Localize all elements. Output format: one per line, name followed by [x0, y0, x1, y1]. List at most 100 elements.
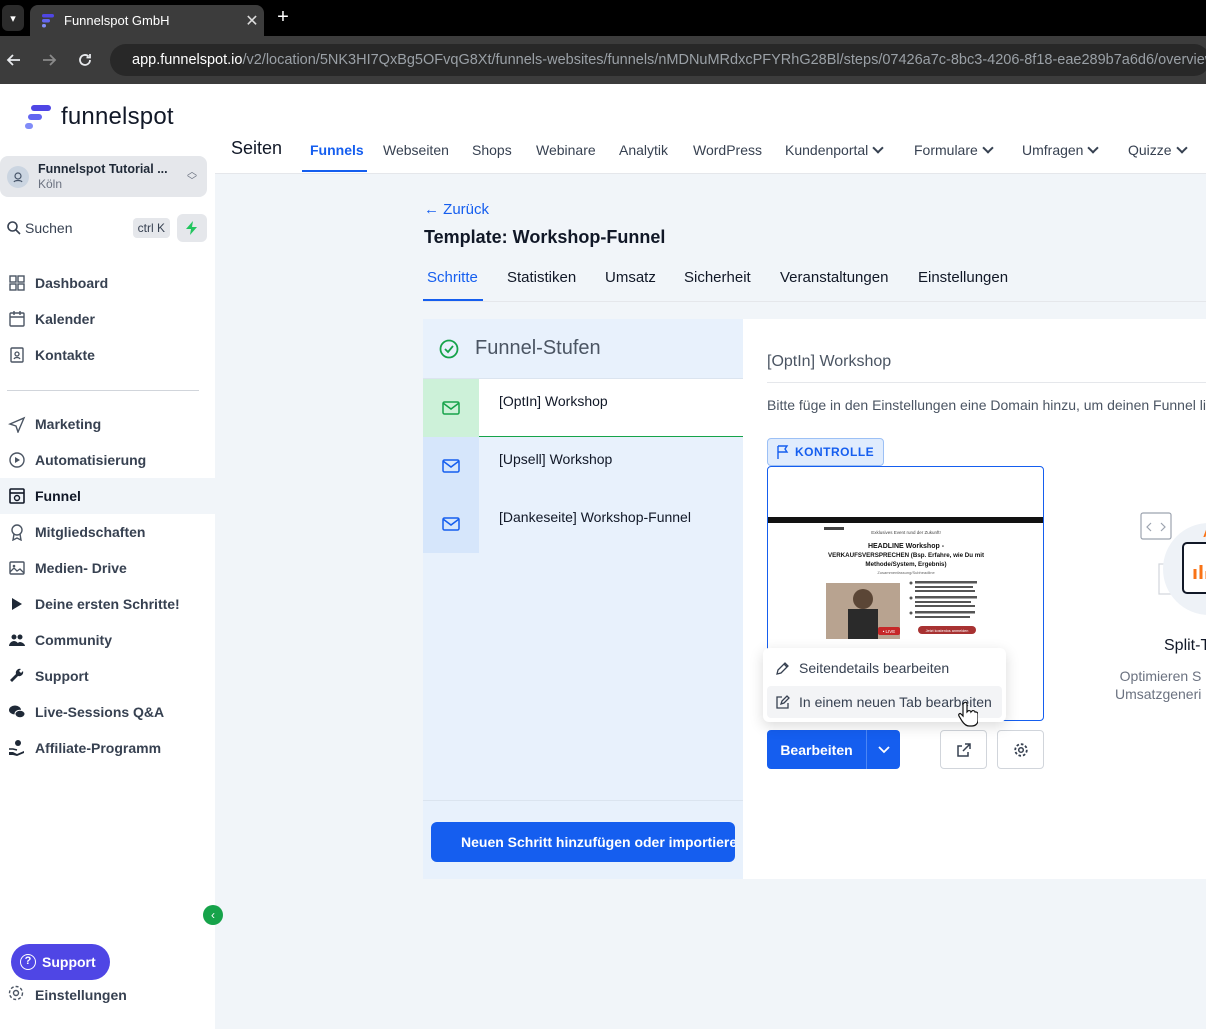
tab-webseiten[interactable]: Webseiten — [383, 142, 449, 158]
sidebar-item-mitgliedschaften[interactable]: Mitgliedschaften — [0, 514, 215, 550]
funnel-step-label: [Upsell] Workshop — [499, 451, 613, 467]
funnel-step-dankeseite[interactable]: [Dankeseite] Workshop-Funnel — [423, 495, 743, 553]
subtab-umsatz[interactable]: Umsatz — [605, 269, 656, 286]
new-tab-icon[interactable]: + — [272, 6, 294, 28]
funnel-step-upsell[interactable]: [Upsell] Workshop — [423, 437, 743, 495]
support-button-label: Support — [42, 954, 96, 970]
subtab-einstellungen[interactable]: Einstellungen — [918, 269, 1008, 286]
split-test-desc-line: Umsatzgeneri — [1115, 686, 1202, 702]
send-icon — [7, 414, 27, 434]
support-button[interactable]: ? Support — [11, 944, 110, 980]
preview-subline: VERKAUFSVERSPRECHEN (Bsp. Erfahre, wie D… — [828, 552, 984, 559]
sidebar-item-community[interactable]: Community — [0, 622, 215, 658]
badge-icon — [7, 522, 27, 542]
automation-icon — [7, 450, 27, 470]
sidebar-item-marketing[interactable]: Marketing — [0, 406, 215, 442]
open-preview-button[interactable] — [940, 730, 987, 769]
sidebar-item-erste-schritte[interactable]: Deine ersten Schritte! — [0, 586, 215, 622]
subtab-sicherheit[interactable]: Sicherheit — [684, 269, 751, 286]
section-title: Seiten — [231, 138, 283, 158]
sidebar-item-kontakte[interactable]: Kontakte — [0, 337, 215, 373]
menu-item-seitendetails[interactable]: Seitendetails bearbeiten — [767, 652, 1002, 684]
funnel-step-optin[interactable]: [OptIn] Workshop — [423, 379, 743, 437]
split-test-illustration: A — [1140, 512, 1206, 615]
sidebar-item-einstellungen[interactable]: Einstellungen — [7, 984, 127, 1005]
active-tab-indicator — [302, 170, 367, 172]
location-switcher[interactable]: Funnelspot Tutorial ... Köln ︿ ﹀ — [0, 156, 207, 197]
sidebar-item-funnel[interactable]: Funnel — [0, 478, 215, 514]
close-tab-icon[interactable]: ✕ — [240, 11, 264, 31]
browser-tab[interactable]: Funnelspot GmbH ✕ — [30, 5, 264, 36]
sidebar-item-automatisierung[interactable]: Automatisierung — [0, 442, 215, 478]
tab-shops[interactable]: Shops — [472, 142, 512, 158]
contacts-icon — [7, 345, 27, 365]
mail-icon — [423, 437, 479, 495]
edit-dropdown-toggle[interactable] — [867, 730, 900, 769]
sidebar-item-label: Automatisierung — [35, 452, 147, 468]
sidebar-item-medien-drive[interactable]: Medien- Drive — [0, 550, 215, 586]
sidebar-item-kalender[interactable]: Kalender — [0, 301, 215, 337]
sidebar-item-live-sessions[interactable]: Live-Sessions Q&A — [0, 694, 215, 730]
chevron-down-icon — [877, 745, 890, 753]
browser-toolbar: app.funnelspot.io/v2/location/5NK3HI7QxB… — [0, 36, 1206, 84]
add-step-button[interactable]: Neuen Schritt hinzufügen oder importiere… — [431, 822, 735, 862]
funnel-steps-title: Funnel-Stufen — [475, 337, 601, 359]
pencil-icon — [776, 661, 789, 675]
tab-umfragen[interactable]: Umfragen — [1022, 141, 1100, 158]
top-navigation: Seiten Funnels Webseiten Shops Webinare … — [215, 84, 1206, 174]
funnel-step-label: [Dankeseite] Workshop-Funnel — [499, 509, 691, 525]
sidebar-item-label: Live-Sessions Q&A — [35, 704, 165, 720]
tab-webinare[interactable]: Webinare — [536, 142, 596, 158]
preview-subline: Methode/System, Ergebnis) — [865, 561, 946, 568]
hand-cursor-icon — [958, 701, 978, 727]
subtab-schritte[interactable]: Schritte — [427, 269, 478, 286]
collapse-sidebar-button[interactable]: ‹ — [203, 905, 223, 925]
active-subtab-indicator — [423, 299, 483, 301]
reload-icon[interactable] — [73, 48, 97, 72]
tab-kundenportal-label: Kundenportal — [785, 142, 869, 158]
forward-arrow-icon[interactable] — [37, 48, 61, 72]
sidebar-item-label: Affiliate-Programm — [35, 740, 162, 756]
subtab-statistiken[interactable]: Statistiken — [507, 269, 576, 286]
edit-button[interactable]: Bearbeiten — [767, 730, 867, 769]
sidebar-item-label: Funnel — [35, 488, 81, 504]
funnel-step-label: [OptIn] Workshop — [499, 393, 608, 409]
address-bar[interactable]: app.funnelspot.io/v2/location/5NK3HI7QxB… — [110, 44, 1206, 76]
sidebar-item-dashboard[interactable]: Dashboard — [0, 265, 215, 301]
back-arrow-icon[interactable] — [2, 48, 26, 72]
funnel-subtabs: Schritte Statistiken Umsatz Sicherheit V… — [423, 268, 1206, 302]
sidebar-item-support[interactable]: Support — [0, 658, 215, 694]
back-link[interactable]: ← Zurück — [424, 201, 489, 218]
search-bar[interactable]: Suchen ctrl K — [0, 214, 172, 242]
sidebar-item-affiliate[interactable]: Affiliate-Programm — [0, 730, 215, 766]
chevron-down-icon — [982, 141, 994, 154]
split-test-description: Optimieren S Umsatzgeneri — [1115, 667, 1201, 703]
sidebar-divider — [7, 390, 199, 391]
preview-top-text: Exklusives Event rund der Zukunft! — [871, 530, 941, 535]
control-badge: KONTROLLE — [767, 438, 885, 466]
help-icon: ? — [20, 954, 36, 970]
dashboard-icon — [7, 273, 27, 293]
quick-actions-button[interactable] — [177, 214, 207, 242]
tab-kundenportal[interactable]: Kundenportal — [785, 141, 884, 158]
check-circle-icon — [439, 339, 459, 358]
sidebar-item-label: Community — [35, 632, 112, 648]
tab-wordpress[interactable]: WordPress — [693, 142, 762, 158]
tab-funnels[interactable]: Funnels — [310, 142, 364, 158]
sidebar-item-label: Einstellungen — [35, 986, 127, 1003]
page-title: Template: Workshop-Funnel — [424, 227, 666, 247]
gear-icon — [7, 984, 27, 1005]
tab-search-button[interactable]: ▾ — [2, 5, 24, 31]
hand-coin-icon — [7, 738, 27, 758]
subtab-veranstaltungen[interactable]: Veranstaltungen — [780, 269, 888, 286]
search-label: Suchen — [25, 220, 73, 236]
tab-formulare[interactable]: Formulare — [914, 141, 994, 158]
sidebar-item-label: Support — [35, 668, 89, 684]
tab-analytik[interactable]: Analytik — [619, 142, 668, 158]
tab-quizze[interactable]: Quizze — [1128, 141, 1188, 158]
funnelspot-logo[interactable]: funnelspot — [25, 103, 174, 131]
location-icon — [7, 165, 29, 188]
gear-icon — [1013, 742, 1028, 757]
step-settings-button[interactable] — [997, 730, 1044, 769]
wrench-icon — [7, 666, 27, 686]
